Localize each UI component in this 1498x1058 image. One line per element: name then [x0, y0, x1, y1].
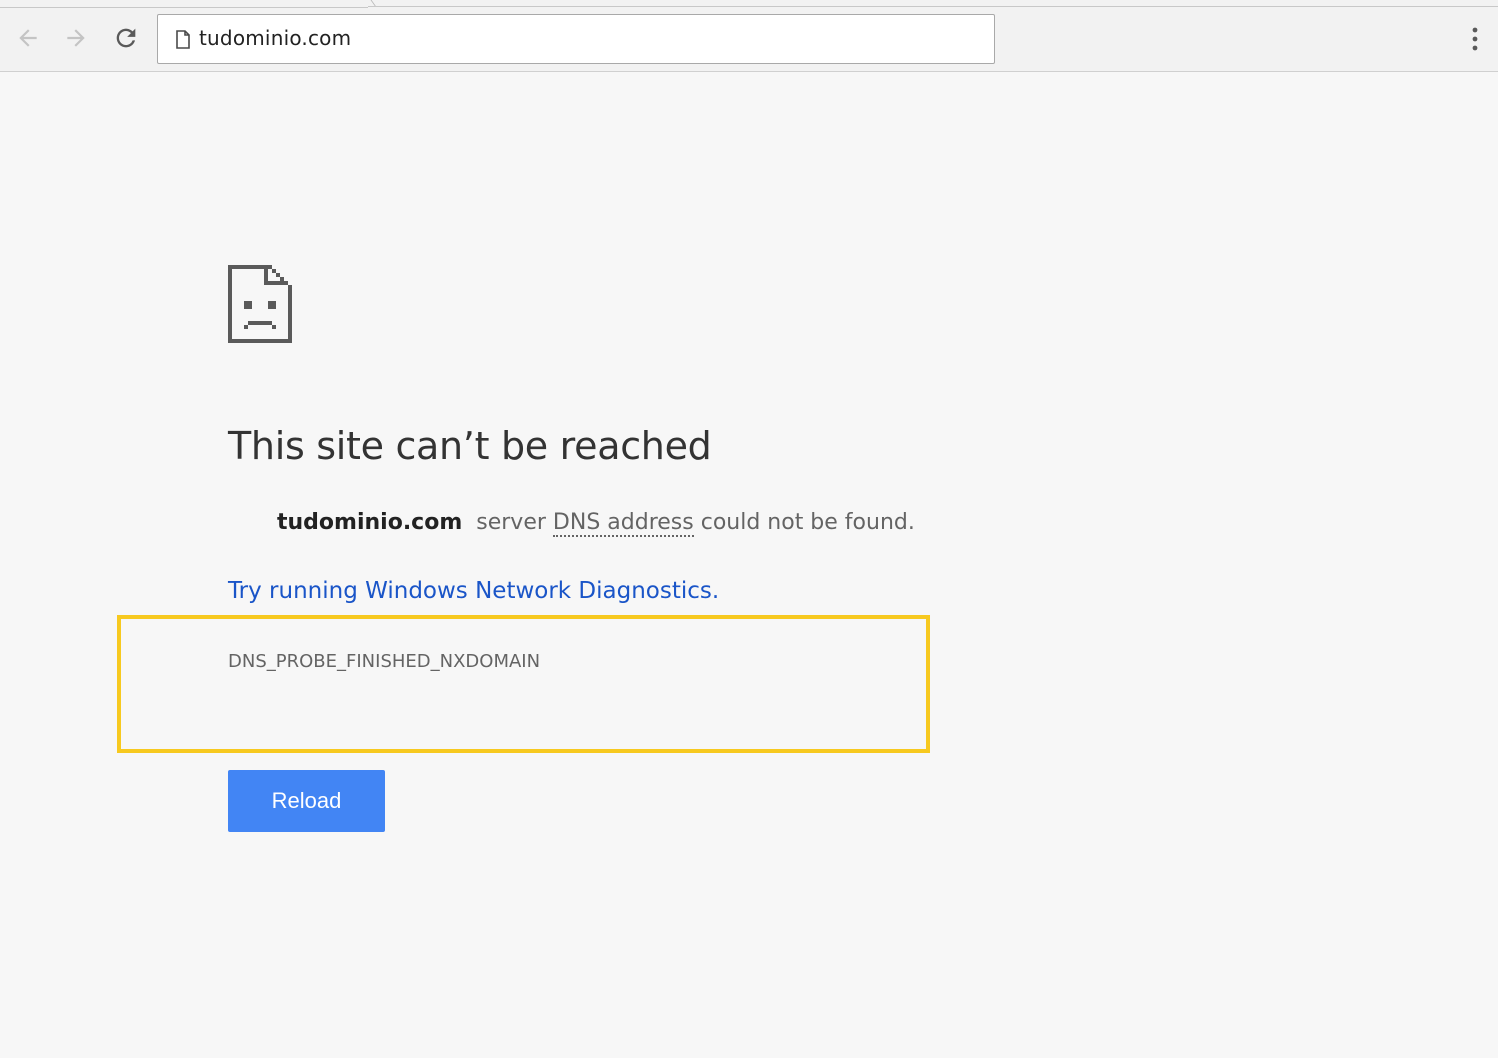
summary-text-after: could not be found.: [700, 510, 915, 535]
highlight-annotation-box: [117, 615, 930, 753]
url-text[interactable]: tudominio.com: [199, 26, 351, 50]
error-page: This site can’t be reached tudominio.com…: [0, 72, 1498, 1058]
summary-text-before: server: [476, 510, 546, 535]
error-code: DNS_PROBE_FINISHED_NXDOMAIN: [228, 651, 541, 672]
forward-button[interactable]: [60, 22, 92, 54]
browser-toolbar: tudominio.com: [0, 0, 1498, 72]
tab-strip-divider: [368, 6, 1498, 7]
error-heading: This site can’t be reached: [228, 424, 712, 468]
forward-arrow-icon: [67, 29, 85, 47]
back-arrow-icon: [19, 29, 37, 47]
browser-menu-button[interactable]: [1460, 22, 1490, 56]
error-summary: tudominio.com server DNS address could n…: [277, 510, 915, 537]
back-button[interactable]: [12, 22, 44, 54]
reload-page-button[interactable]: Reload: [228, 770, 385, 832]
browser-tab[interactable]: [0, 0, 368, 8]
network-diagnostics-link[interactable]: Try running Windows Network Diagnostics.: [228, 578, 719, 604]
sad-document-icon: [228, 265, 292, 343]
dns-address-term[interactable]: DNS address: [552, 510, 694, 537]
reload-button[interactable]: [110, 22, 142, 54]
page-icon: [176, 30, 190, 49]
summary-domain: tudominio.com: [277, 510, 463, 535]
more-vert-icon: [1472, 27, 1478, 51]
address-bar[interactable]: tudominio.com: [157, 14, 995, 64]
reload-icon: [116, 28, 136, 48]
